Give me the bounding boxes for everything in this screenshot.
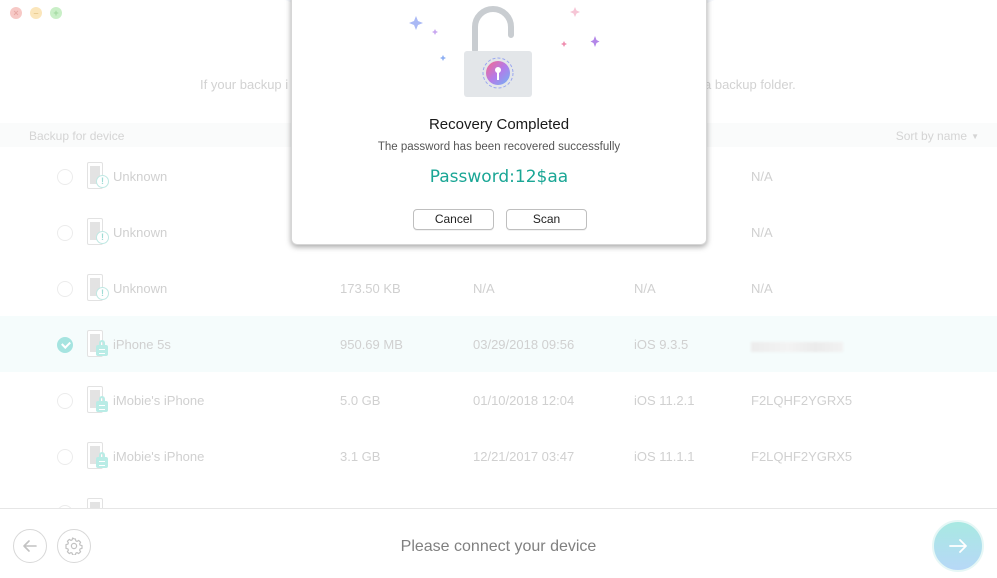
phone-icon (87, 498, 103, 508)
device-icon (87, 442, 108, 470)
unlocked-padlock-icon (409, 6, 600, 97)
select-radio[interactable] (57, 281, 73, 297)
close-window-button[interactable] (10, 7, 22, 19)
recovery-completed-dialog: Recovery Completed The password has been… (291, 0, 707, 245)
dialog-subtitle: The password has been recovered successf… (377, 141, 621, 153)
backup-date: 12/21/2017 03:47 (473, 449, 575, 464)
select-radio[interactable] (57, 449, 73, 465)
backup-date: N/A (473, 281, 495, 296)
select-radio[interactable] (57, 337, 73, 353)
device-icon: ! (87, 162, 109, 190)
caret-down-icon: ▼ (971, 132, 979, 141)
ios-version: iOS 11.2.1 (634, 393, 695, 408)
backup-size: 5.0 GB (340, 393, 381, 408)
hint-left: If your backup i (200, 77, 289, 92)
warning-icon: ! (96, 231, 109, 244)
backup-size: 173.50 KB (340, 281, 401, 296)
serial-number: F2LQHF2YGRX5 (751, 449, 853, 464)
select-radio[interactable] (57, 393, 73, 409)
device-icon (87, 498, 107, 508)
backup-row[interactable]: iMobie's iPhone 5.0 GB 01/10/2018 12:04 iOS… (0, 372, 997, 428)
backup-date: 01/10/2018 12:04 (473, 393, 575, 408)
select-radio[interactable] (57, 169, 73, 185)
connection-status: Please connect your device (400, 538, 597, 555)
serial-number (751, 337, 843, 352)
cancel-button[interactable]: Cancel (413, 209, 494, 230)
backup-size: 950.69 MB (340, 337, 403, 352)
app-window: If your backup i a backup folder. Backup… (0, 0, 997, 578)
maximize-window-button[interactable] (50, 7, 62, 19)
ios-version: iOS 11.1.1 (634, 449, 695, 464)
serial-number: F2LQHF2YGRX5 (751, 393, 853, 408)
select-radio[interactable] (57, 225, 73, 241)
minimize-window-button[interactable] (30, 7, 42, 19)
backup-date: 03/29/2018 09:56 (473, 337, 575, 352)
warning-icon: ! (96, 175, 109, 188)
sort-dropdown[interactable]: Sort by name ▼ (896, 129, 979, 143)
backup-row-partial[interactable] (0, 484, 997, 508)
sort-label: Sort by name (895, 129, 968, 143)
lock-icon (96, 452, 108, 468)
backup-row[interactable]: iPhone 5s 950.69 MB 03/29/2018 09:56 iOS 9.… (0, 316, 997, 372)
device-name: iMobie's iPhone (113, 393, 205, 408)
serial-number: N/A (751, 281, 773, 296)
next-button[interactable] (932, 520, 984, 572)
device-name: iPhone 5s (113, 337, 171, 352)
arrow-right-icon (949, 539, 967, 553)
hint-right: a backup folder. (704, 77, 796, 92)
list-header-title: Backup for device (29, 129, 125, 143)
device-icon (87, 330, 108, 358)
warning-icon: ! (96, 287, 109, 300)
device-icon: ! (87, 218, 109, 246)
footer-bar: Please connect your device (0, 508, 997, 578)
lock-icon (96, 396, 108, 412)
ios-version: N/A (634, 281, 656, 296)
lock-icon (96, 340, 108, 356)
device-name: iMobie's iPhone (113, 449, 205, 464)
backup-row[interactable]: iMobie's iPhone 3.1 GB 12/21/2017 03:47 iOS… (0, 428, 997, 484)
device-name: Unknown (113, 281, 168, 296)
backup-row[interactable]: ! Unknown 173.50 KB N/A N/A N/A (0, 260, 997, 316)
device-name: Unknown (113, 169, 168, 184)
recovered-password: Password:12$aa (429, 167, 569, 187)
serial-number: N/A (751, 169, 773, 184)
blurred-serial (751, 341, 843, 352)
dialog-title: Recovery Completed (428, 116, 570, 133)
device-icon (87, 386, 108, 414)
scan-button[interactable]: Scan (506, 209, 587, 230)
device-icon: ! (87, 274, 109, 302)
device-name: Unknown (113, 225, 168, 240)
window-controls (10, 7, 62, 19)
backup-size: 3.1 GB (340, 449, 381, 464)
ios-version: iOS 9.3.5 (634, 337, 689, 352)
serial-number: N/A (751, 225, 773, 240)
